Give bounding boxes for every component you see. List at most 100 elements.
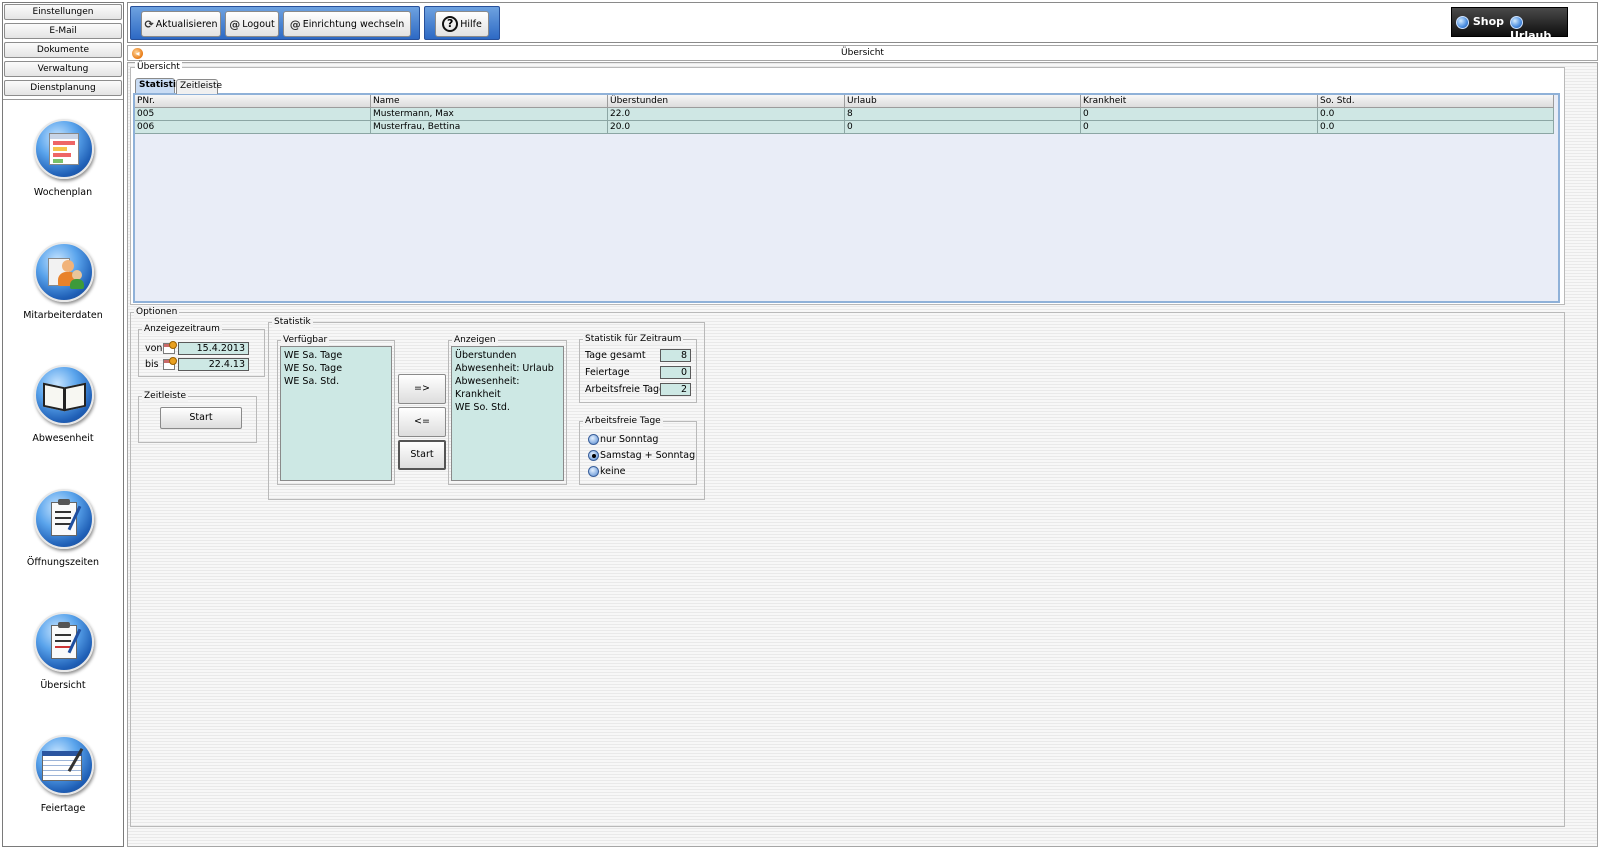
col-header-krankheit[interactable]: Krankheit	[1081, 95, 1318, 108]
from-date-field[interactable]: 15.4.2013	[178, 342, 249, 355]
logout-icon: @	[229, 17, 241, 31]
help-icon: ?	[442, 16, 459, 32]
urlaub-label: Urlaub	[1510, 28, 1552, 42]
nav-label-uebersicht: Übersicht	[40, 680, 86, 691]
book-icon	[34, 365, 94, 425]
list-item[interactable]: Abwesenheit: Urlaub	[455, 362, 560, 375]
available-legend: Verfügbar	[281, 335, 330, 346]
cell-so-std: 0.0	[1318, 121, 1554, 134]
timeline-legend: Zeitleiste	[142, 391, 189, 402]
menu-verwaltung[interactable]: Verwaltung	[4, 61, 122, 77]
toolbar-group-main: ⟳ Aktualisieren @ Logout @ Einrichtung w…	[130, 6, 420, 40]
display-list[interactable]: Überstunden Abwesenheit: Urlaub Abwesenh…	[451, 346, 564, 481]
nav-feiertage[interactable]: Feiertage	[3, 735, 123, 845]
nav-label-mitarbeiterdaten: Mitarbeiterdaten	[23, 310, 103, 321]
available-list[interactable]: WE Sa. Tage WE So. Tage WE Sa. Std.	[280, 346, 392, 481]
calendar-picker-icon[interactable]	[163, 341, 177, 354]
free-days-legend: Arbeitsfreie Tage	[583, 416, 663, 427]
switch-label: Einrichtung wechseln	[302, 18, 405, 30]
nav-oeffnungszeiten[interactable]: Öffnungszeiten	[3, 489, 123, 599]
list-item[interactable]: WE Sa. Tage	[284, 349, 388, 362]
col-header-so-std[interactable]: So. Std.	[1318, 95, 1554, 108]
list-item[interactable]: WE So. Tage	[284, 362, 388, 375]
list-item[interactable]: Abwesenheit: Krankheit	[455, 375, 560, 401]
holidays-field: 0	[660, 366, 691, 379]
tab-zeitleiste[interactable]: Zeitleiste	[176, 79, 222, 94]
overview-legend: Übersicht	[135, 62, 182, 73]
tab-statistik[interactable]: Statistik	[135, 78, 182, 93]
title-bar: ◂ Übersicht	[127, 45, 1598, 61]
cell-krankheit: 0	[1081, 108, 1318, 121]
switch-facility-button[interactable]: @ Einrichtung wechseln	[283, 11, 411, 37]
refresh-icon: ⟳	[144, 17, 154, 31]
free-days-label: Arbeitsfreie Tage	[585, 384, 665, 395]
total-days-field: 8	[660, 349, 691, 362]
menu-einstellungen[interactable]: Einstellungen	[4, 4, 122, 20]
col-header-ueberstunden[interactable]: Überstunden	[608, 95, 845, 108]
list-item[interactable]: WE Sa. Std.	[284, 375, 388, 388]
nav-uebersicht[interactable]: Übersicht	[3, 612, 123, 722]
to-label: bis	[145, 359, 159, 370]
list-item[interactable]: Überstunden	[455, 349, 560, 362]
nav-wochenplan[interactable]: Wochenplan	[3, 119, 123, 229]
menu-email[interactable]: E-Mail	[4, 23, 122, 39]
nav-mitarbeiterdaten[interactable]: Mitarbeiterdaten	[3, 242, 123, 352]
calendar-picker-icon[interactable]	[163, 357, 177, 370]
radio-label-keine: keine	[600, 466, 626, 477]
statistics-start-button[interactable]: Start	[398, 440, 446, 470]
holidays-label: Feiertage	[585, 367, 630, 378]
nav-abwesenheit[interactable]: Abwesenheit	[3, 365, 123, 475]
logout-label: Logout	[242, 18, 275, 30]
cell-name: Musterfrau, Bettina	[371, 121, 608, 134]
radio-nur-sonntag[interactable]	[588, 434, 599, 445]
menu-dienstplanung[interactable]: Dienstplanung	[4, 80, 122, 96]
cell-ueberstunden: 22.0	[608, 108, 845, 121]
col-header-urlaub[interactable]: Urlaub	[845, 95, 1081, 108]
urlaub-link[interactable]: Urlaub	[1510, 15, 1567, 42]
sidebar: Einstellungen E-Mail Dokumente Verwaltun…	[2, 2, 124, 847]
back-icon[interactable]: ◂	[132, 48, 143, 59]
period-legend: Anzeigezeitraum	[142, 324, 222, 335]
radio-keine[interactable]	[588, 466, 599, 477]
nav-label-feiertage: Feiertage	[40, 803, 86, 814]
refresh-label: Aktualisieren	[155, 18, 218, 30]
timeline-start-button[interactable]: Start	[160, 407, 242, 429]
cell-name: Mustermann, Max	[371, 108, 608, 121]
col-header-pnr[interactable]: PNr.	[135, 95, 371, 108]
spreadsheet-icon	[34, 735, 94, 795]
radio-samstag-sonntag[interactable]	[588, 450, 599, 461]
options-legend: Optionen	[134, 307, 180, 318]
cell-so-std: 0.0	[1318, 108, 1554, 121]
shop-urlaub-banner: Shop Urlaub	[1451, 7, 1568, 42]
remove-button[interactable]: <=	[398, 407, 446, 437]
free-days-field: 2	[660, 383, 691, 396]
period-stats-legend: Statistik für Zeitraum	[583, 334, 684, 345]
refresh-button[interactable]: ⟳ Aktualisieren	[141, 11, 221, 37]
cell-urlaub: 8	[845, 108, 1081, 121]
cell-urlaub: 0	[845, 121, 1081, 134]
shop-link[interactable]: Shop	[1456, 15, 1504, 29]
toolbar-group-help: ? Hilfe	[424, 6, 500, 40]
logout-button[interactable]: @ Logout	[225, 11, 279, 37]
sidebar-divider	[3, 99, 123, 100]
total-days-label: Tage gesamt	[585, 350, 646, 361]
nav-label-wochenplan: Wochenplan	[33, 187, 93, 198]
col-header-name[interactable]: Name	[371, 95, 608, 108]
statistics-legend: Statistik	[272, 317, 313, 328]
display-legend: Anzeigen	[452, 335, 498, 346]
help-label: Hilfe	[460, 18, 482, 30]
cell-pnr: 006	[135, 121, 371, 134]
from-label: von	[145, 343, 163, 354]
nav-label-abwesenheit: Abwesenheit	[32, 433, 94, 444]
nav-label-oeffnungszeiten: Öffnungszeiten	[26, 557, 100, 568]
menu-dokumente[interactable]: Dokumente	[4, 42, 122, 58]
radio-label-samstag-sonntag: Samstag + Sonntag	[600, 450, 696, 461]
list-item[interactable]: WE So. Std.	[455, 401, 560, 414]
add-button[interactable]: =>	[398, 374, 446, 404]
clipboard-checklist-icon	[34, 612, 94, 672]
toolbar: ⟳ Aktualisieren @ Logout @ Einrichtung w…	[127, 2, 1598, 43]
help-button[interactable]: ? Hilfe	[435, 11, 489, 37]
to-date-field[interactable]: 22.4.13	[178, 358, 249, 371]
page-title: Übersicht	[841, 48, 884, 58]
cell-ueberstunden: 20.0	[608, 121, 845, 134]
